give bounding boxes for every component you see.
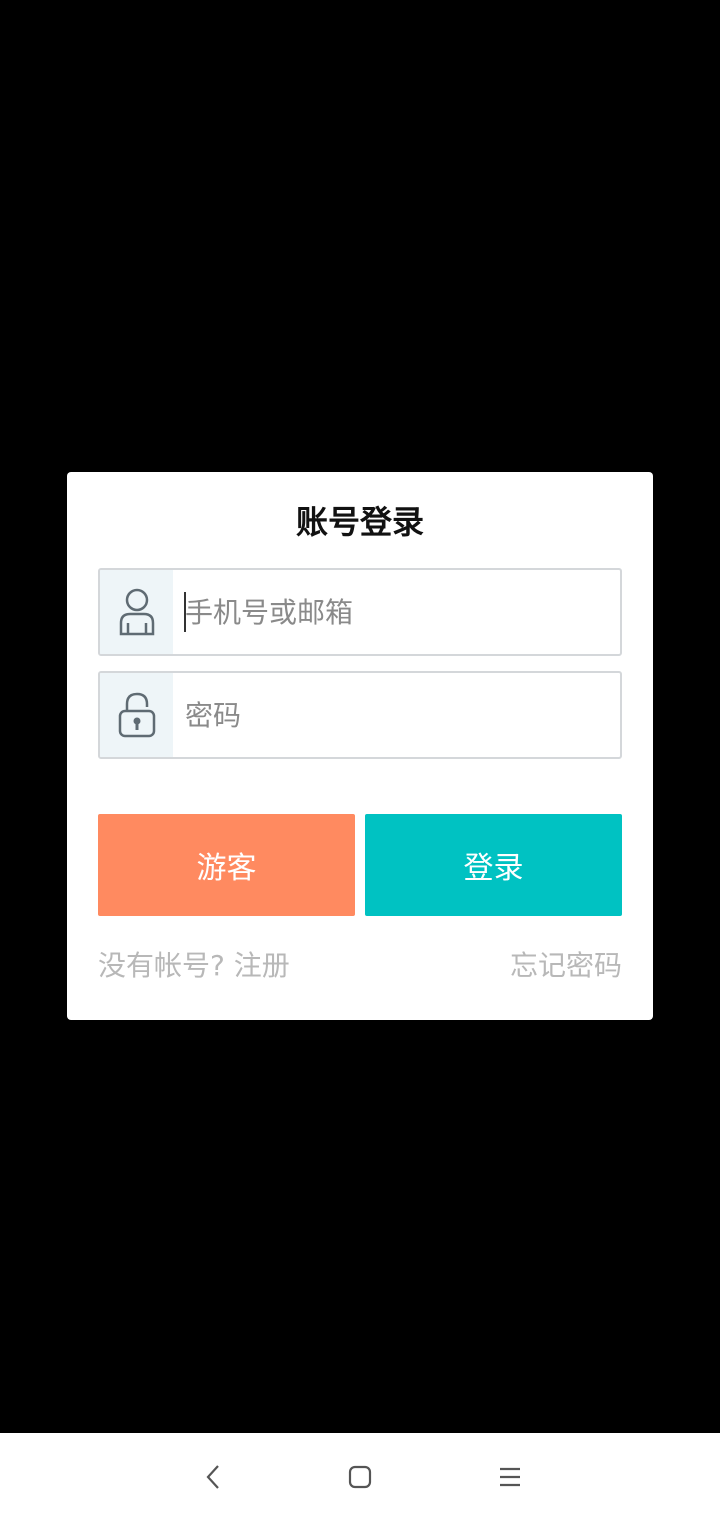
nav-menu-button[interactable]: [486, 1453, 534, 1501]
register-link[interactable]: 没有帐号? 注册: [98, 946, 290, 986]
text-cursor: [184, 592, 186, 632]
password-icon-box: [100, 673, 173, 757]
password-input[interactable]: [173, 673, 620, 757]
nav-back-button[interactable]: [189, 1453, 237, 1501]
password-field[interactable]: [98, 671, 622, 759]
username-field[interactable]: [98, 568, 622, 656]
guest-button[interactable]: 游客: [98, 814, 355, 916]
dialog-title: 账号登录: [295, 503, 424, 541]
forgot-password-link[interactable]: 忘记密码: [510, 946, 622, 986]
user-icon: [119, 588, 154, 636]
menu-icon: [500, 1467, 520, 1487]
system-navbar: [0, 1433, 720, 1520]
home-icon: [348, 1465, 372, 1489]
login-dialog: 账号登录 手机号或邮箱 游客 登录 没有帐号? 注册 忘记密码: [67, 472, 653, 1020]
lock-icon: [118, 692, 155, 738]
username-icon-box: [100, 570, 173, 654]
back-icon: [206, 1465, 219, 1489]
username-input[interactable]: [173, 570, 620, 654]
nav-home-button[interactable]: [336, 1453, 384, 1501]
login-button[interactable]: 登录: [365, 814, 622, 916]
screen: 账号登录 手机号或邮箱 游客 登录 没有帐号? 注册 忘记密码: [0, 0, 720, 1520]
